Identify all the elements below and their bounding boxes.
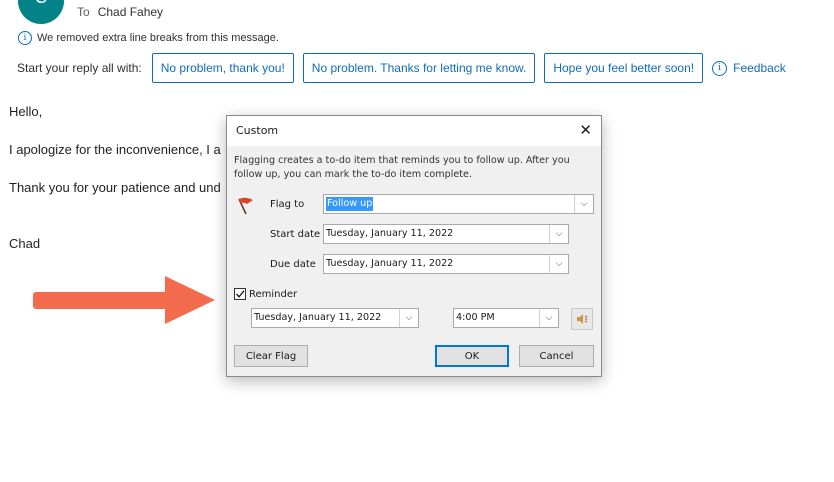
notice-text: We removed extra line breaks from this m… xyxy=(37,32,279,44)
due-date-value: Tuesday, January 11, 2022 xyxy=(326,258,454,269)
reminder-date-value: Tuesday, January 11, 2022 xyxy=(254,312,382,323)
recipient-row: To Chad Fahey xyxy=(77,5,163,19)
reminder-time-value: 4:00 PM xyxy=(456,312,495,323)
chevron-down-icon[interactable]: ⌵ xyxy=(539,309,558,327)
line-break-notice: i We removed extra line breaks from this… xyxy=(18,31,279,45)
suggested-reply-button[interactable]: Hope you feel better soon! xyxy=(544,53,704,83)
recipient-name[interactable]: Chad Fahey xyxy=(98,5,163,19)
start-date-label: Start date xyxy=(270,229,321,240)
speaker-icon xyxy=(577,314,588,324)
chevron-down-icon[interactable]: ⌵ xyxy=(549,225,568,243)
dialog-title: Custom xyxy=(236,124,279,137)
reminder-checkbox[interactable] xyxy=(234,288,246,300)
message-greeting: Hello, xyxy=(9,104,43,119)
chevron-down-icon[interactable]: ⌵ xyxy=(399,309,418,327)
feedback-link[interactable]: i Feedback xyxy=(712,60,786,76)
custom-flag-dialog: Custom ✕ Flagging creates a to-do item t… xyxy=(226,115,602,377)
flag-to-label: Flag to xyxy=(270,199,305,210)
message-signature: Chad xyxy=(9,236,41,251)
flag-to-combobox[interactable]: Follow up ⌵ xyxy=(323,194,594,214)
due-date-picker[interactable]: Tuesday, January 11, 2022 ⌵ xyxy=(323,254,569,274)
annotation-arrow-icon xyxy=(33,276,215,324)
suggested-replies-label: Start your reply all with: xyxy=(17,61,142,75)
avatar[interactable]: C xyxy=(18,0,64,24)
info-icon: i xyxy=(18,31,32,45)
flag-icon xyxy=(238,197,253,215)
checkmark-icon xyxy=(235,290,245,298)
cancel-button[interactable]: Cancel xyxy=(519,345,594,367)
dialog-description: Flagging creates a to-do item that remin… xyxy=(234,155,570,180)
info-icon: i xyxy=(712,60,728,76)
close-icon[interactable]: ✕ xyxy=(579,121,592,139)
message-line: Thank you for your patience and und xyxy=(9,180,221,195)
chevron-down-icon[interactable]: ⌵ xyxy=(549,255,568,273)
start-date-picker[interactable]: Tuesday, January 11, 2022 ⌵ xyxy=(323,224,569,244)
reminder-time-combobox[interactable]: 4:00 PM ⌵ xyxy=(453,308,559,328)
clear-flag-button[interactable]: Clear Flag xyxy=(234,345,308,367)
feedback-label: Feedback xyxy=(733,61,786,75)
start-date-value: Tuesday, January 11, 2022 xyxy=(326,228,454,239)
ok-button[interactable]: OK xyxy=(435,345,509,367)
message-line: I apologize for the inconvenience, I a xyxy=(9,142,221,157)
reminder-sound-button[interactable] xyxy=(571,308,593,330)
due-date-label: Due date xyxy=(270,259,316,270)
dialog-titlebar[interactable]: Custom ✕ xyxy=(227,116,601,146)
chevron-down-icon[interactable]: ⌵ xyxy=(574,195,593,213)
avatar-initial: C xyxy=(35,0,48,8)
reminder-date-picker[interactable]: Tuesday, January 11, 2022 ⌵ xyxy=(251,308,419,328)
to-label: To xyxy=(77,5,90,19)
reminder-label: Reminder xyxy=(249,289,298,300)
suggested-reply-button[interactable]: No problem, thank you! xyxy=(151,53,294,83)
suggested-replies: Start your reply all with: No problem, t… xyxy=(17,52,786,84)
flag-to-value: Follow up xyxy=(326,197,374,211)
suggested-reply-button[interactable]: No problem. Thanks for letting me know. xyxy=(302,53,536,83)
